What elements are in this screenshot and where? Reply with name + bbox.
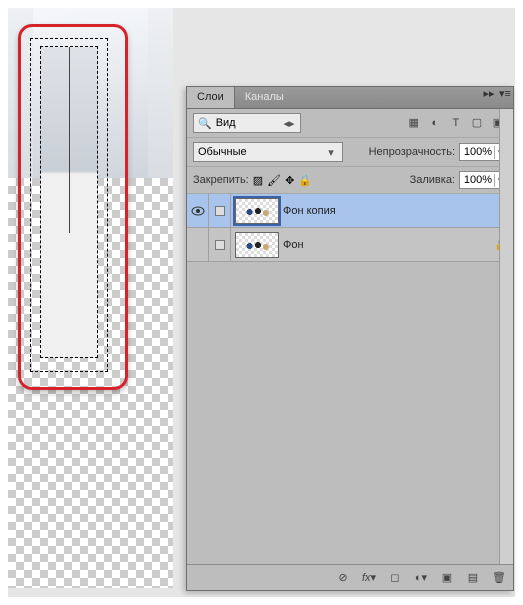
visibility-toggle[interactable]: [187, 194, 209, 227]
annotation-highlight: [18, 24, 128, 390]
layer-fx-icon[interactable]: fx▾: [361, 571, 377, 584]
link-layers-icon[interactable]: ⊘: [335, 571, 351, 584]
tab-channels[interactable]: Каналы: [235, 87, 294, 108]
lock-position-icon[interactable]: ✥: [285, 174, 294, 187]
opacity-label: Непрозрачность:: [369, 146, 455, 158]
blend-mode-value: Обычные: [198, 146, 247, 158]
layer-thumbnail[interactable]: [235, 232, 279, 258]
filter-row: 🔍 Вид ◂▸ ▦ ◐ T ▢ ▣: [187, 109, 513, 138]
layer-mask-icon[interactable]: ◻: [387, 571, 403, 584]
lock-label: Закрепить:: [193, 174, 249, 186]
filter-type-dropdown[interactable]: 🔍 Вид ◂▸: [193, 113, 301, 133]
blend-row: Обычные ▾ Непрозрачность: ▾: [187, 138, 513, 167]
checkbox-icon: [215, 240, 225, 250]
group-icon[interactable]: ▣: [439, 571, 455, 584]
filter-adjustment-icon[interactable]: ◐: [426, 114, 444, 132]
tab-layers[interactable]: Слои: [187, 87, 235, 108]
filter-icons: ▦ ◐ T ▢ ▣: [405, 114, 507, 133]
filter-pixel-icon[interactable]: ▦: [405, 114, 423, 132]
checkbox-icon: [215, 206, 225, 216]
filter-shape-icon[interactable]: ▢: [468, 114, 486, 132]
dropdown-arrows-icon: ◂▸: [282, 117, 296, 130]
lock-row: Закрепить: ▨ 🖌 ✥ 🔒 Заливка: ▾: [187, 167, 513, 194]
search-icon: 🔍: [198, 117, 212, 130]
layer-row[interactable]: Фон 🔒: [187, 228, 513, 262]
canvas-area: Слои Каналы ▸▸ ▾≡ 🔍 Вид ◂▸ ▦ ◐ T ▢ ▣: [8, 8, 515, 597]
panel-footer: ⊘ fx▾ ◻ ◐▾ ▣ ▤ 🗑: [187, 564, 513, 590]
new-layer-icon[interactable]: ▤: [465, 571, 481, 584]
eye-icon: [191, 206, 205, 216]
scrollbar-vertical[interactable]: [499, 109, 513, 564]
layers-panel: Слои Каналы ▸▸ ▾≡ 🔍 Вид ◂▸ ▦ ◐ T ▢ ▣: [186, 86, 514, 591]
link-column[interactable]: [209, 194, 231, 227]
fill-input[interactable]: [460, 174, 494, 186]
opacity-input[interactable]: [460, 146, 494, 158]
panel-tabs: Слои Каналы ▸▸ ▾≡: [187, 87, 513, 109]
adjustment-layer-icon[interactable]: ◐▾: [413, 571, 429, 584]
visibility-toggle[interactable]: [187, 228, 209, 261]
blend-mode-dropdown[interactable]: Обычные ▾: [193, 142, 343, 162]
delete-layer-icon[interactable]: 🗑: [491, 571, 507, 584]
lock-transparent-icon[interactable]: ▨: [253, 174, 263, 187]
layer-row[interactable]: Фон копия: [187, 194, 513, 228]
chevron-down-icon: ▾: [324, 146, 338, 159]
panel-menu-icon[interactable]: ▾≡: [497, 87, 513, 108]
fill-label: Заливка:: [410, 174, 455, 186]
filter-label: Вид: [216, 117, 236, 129]
lock-all-icon[interactable]: 🔒: [298, 174, 312, 187]
collapse-icon[interactable]: ▸▸: [481, 87, 497, 108]
filter-type-icon[interactable]: T: [447, 114, 465, 132]
lock-pixels-icon[interactable]: 🖌: [267, 174, 281, 187]
link-column[interactable]: [209, 228, 231, 261]
layer-name[interactable]: Фон: [283, 239, 489, 251]
layer-list: Фон копия Фон 🔒: [187, 194, 513, 262]
layer-thumbnail[interactable]: [235, 198, 279, 224]
layer-name[interactable]: Фон копия: [283, 205, 489, 217]
